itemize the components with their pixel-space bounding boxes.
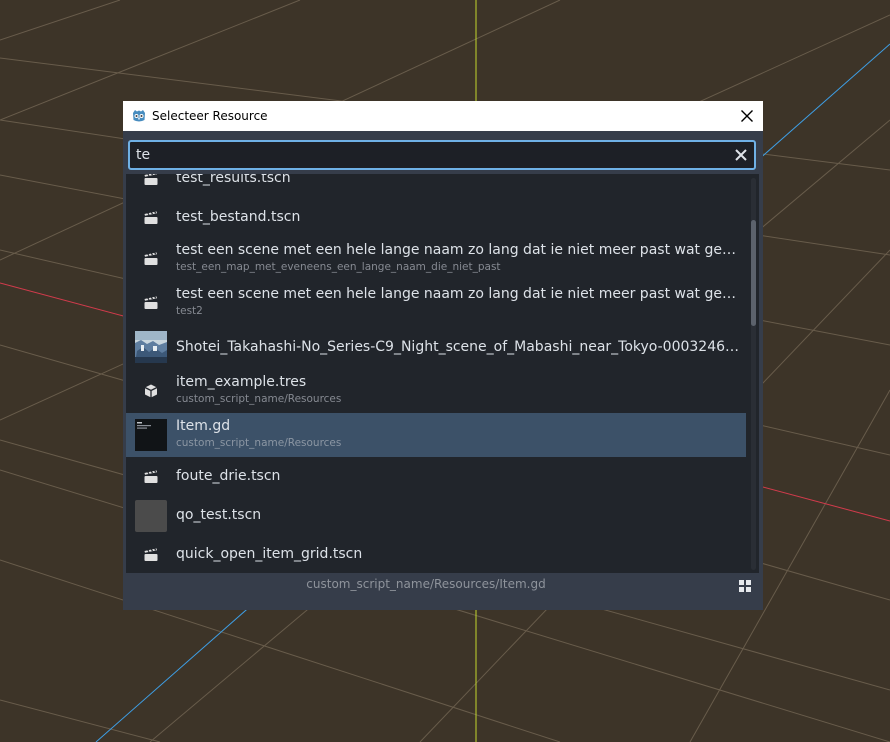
search-input[interactable]	[136, 142, 716, 168]
item-path: test_een_map_met_eveneens_een_lange_naam…	[176, 261, 501, 273]
clapperboard-icon	[135, 174, 167, 195]
dialog-statusbar: custom_script_name/Resources/Item.gd	[123, 573, 763, 610]
blank-thumbnail	[135, 499, 167, 532]
list-item[interactable]: qo_test.tscn	[126, 496, 746, 535]
list-item[interactable]: test_bestand.tscn	[126, 198, 746, 237]
grid-view-icon[interactable]	[739, 580, 751, 592]
item-name: Item.gd	[176, 418, 231, 434]
search-field	[128, 140, 756, 170]
item-name: test een scene met een hele lange naam z…	[176, 242, 742, 258]
item-name: test een scene met een hele lange naam z…	[176, 286, 742, 302]
item-path: test2	[176, 305, 203, 317]
item-name: Shotei_Takahashi-No_Series-C9_Night_scen…	[176, 339, 742, 355]
item-name: quick_open_item_grid.tscn	[176, 546, 363, 562]
selected-path-label: custom_script_name/Resources/Item.gd	[306, 577, 546, 591]
list-item-selected[interactable]: Item.gd custom_script_name/Resources	[126, 413, 746, 457]
results-scrollbar[interactable]	[751, 178, 756, 570]
results-list[interactable]: test_results.tscn test_bestand.tscn test…	[126, 174, 759, 573]
item-name: item_example.tres	[176, 374, 307, 390]
image-thumbnail	[135, 331, 167, 363]
dialog-title: Selecteer Resource	[152, 109, 268, 123]
clapperboard-icon	[135, 243, 167, 275]
list-item[interactable]: foute_drie.tscn	[126, 457, 746, 496]
list-item[interactable]: test een scene met een hele lange naam z…	[126, 281, 746, 325]
list-item[interactable]: test een scene met een hele lange naam z…	[126, 237, 746, 281]
item-path: custom_script_name/Resources	[176, 437, 342, 449]
clapperboard-icon	[135, 539, 167, 571]
clapperboard-icon	[135, 202, 167, 234]
item-name: test_results.tscn	[176, 174, 291, 186]
item-name: test_bestand.tscn	[176, 209, 301, 225]
list-item[interactable]: Shotei_Takahashi-No_Series-C9_Night_scen…	[126, 325, 746, 369]
godot-logo-icon	[133, 110, 145, 122]
quick-open-dialog: Selecteer Resource test_results.tscn tes…	[123, 101, 763, 610]
item-name: qo_test.tscn	[176, 507, 262, 523]
item-name: foute_drie.tscn	[176, 468, 281, 484]
clapperboard-icon	[135, 461, 167, 493]
clear-icon[interactable]	[734, 148, 748, 162]
clapperboard-icon	[135, 287, 167, 319]
list-item[interactable]: quick_open_item_grid.tscn	[126, 535, 746, 573]
script-thumbnail	[135, 419, 167, 451]
cube-icon	[135, 375, 167, 407]
list-item[interactable]: test_results.tscn	[126, 174, 746, 198]
item-path: custom_script_name/Resources	[176, 393, 342, 405]
dialog-titlebar: Selecteer Resource	[123, 101, 763, 131]
scrollbar-grabber[interactable]	[751, 220, 756, 326]
close-icon[interactable]	[737, 106, 757, 126]
list-item[interactable]: item_example.tres custom_script_name/Res…	[126, 369, 746, 413]
